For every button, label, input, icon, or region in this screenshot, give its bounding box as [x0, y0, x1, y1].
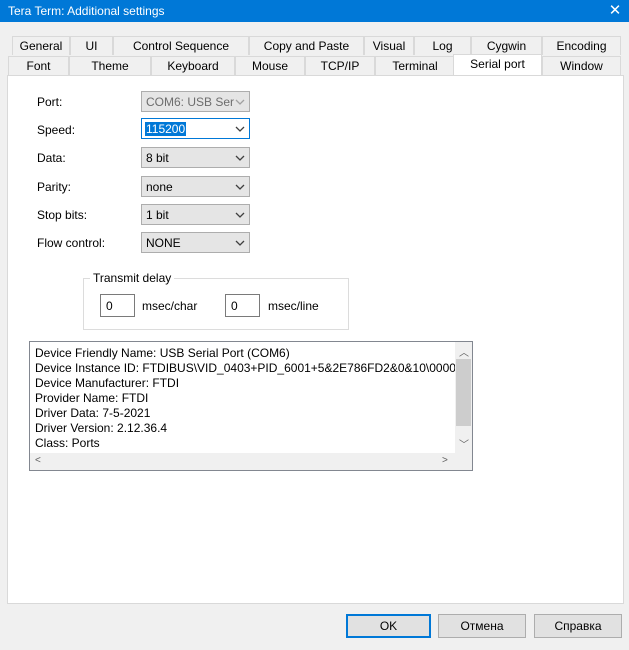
- port-label: Port:: [37, 95, 63, 109]
- port-value: COM6: USB Serial Port: [146, 95, 234, 109]
- chevron-down-icon[interactable]: [233, 206, 247, 223]
- tab-cygwin[interactable]: Cygwin: [471, 36, 542, 55]
- chevron-down-icon: [235, 99, 245, 105]
- device-info-line: Device Instance ID: FTDIBUS\VID_0403+PID…: [35, 361, 456, 375]
- scroll-right-icon[interactable]: >: [442, 455, 448, 466]
- data-combobox[interactable]: 8 bit: [141, 147, 250, 168]
- close-icon[interactable]: ✕: [601, 0, 629, 22]
- scroll-left-icon[interactable]: <: [35, 455, 41, 466]
- device-info-line: Device Manufacturer: FTDI: [35, 376, 180, 390]
- stop-bits-label: Stop bits:: [37, 208, 88, 222]
- chevron-down-icon[interactable]: [233, 120, 247, 137]
- tab-visual[interactable]: Visual: [364, 36, 414, 55]
- stop-bits-value: 1 bit: [146, 208, 169, 222]
- transmit-delay-legend: Transmit delay: [93, 271, 172, 285]
- msec-per-line-label: msec/line: [268, 299, 319, 313]
- msec-per-char-field[interactable]: [101, 295, 134, 316]
- parity-value: none: [146, 180, 173, 194]
- scroll-up-icon[interactable]: ︿: [459, 344, 469, 359]
- flow-control-combobox[interactable]: NONE: [141, 232, 250, 253]
- speed-value[interactable]: 115200: [145, 122, 187, 136]
- speed-combobox[interactable]: 115200: [141, 118, 250, 139]
- flow-control-value: NONE: [146, 236, 181, 250]
- msec-per-char-label: msec/char: [142, 299, 198, 313]
- tab-encoding[interactable]: Encoding: [542, 36, 621, 55]
- tab-font[interactable]: Font: [8, 56, 69, 75]
- device-info-line: Driver Data: 7-5-2021: [35, 406, 151, 420]
- speed-label: Speed:: [37, 123, 76, 137]
- msec-per-char-input[interactable]: [100, 294, 135, 317]
- vertical-scrollbar[interactable]: ︿ ﹀: [455, 342, 472, 453]
- tab-general[interactable]: General: [12, 36, 70, 55]
- vertical-scroll-thumb[interactable]: [456, 359, 471, 426]
- help-button[interactable]: Справка: [534, 614, 622, 638]
- device-info-line: Class: Ports: [35, 436, 100, 450]
- tab-window[interactable]: Window: [542, 56, 621, 75]
- parity-combobox[interactable]: none: [141, 176, 250, 197]
- window-title: Tera Term: Additional settings: [8, 4, 165, 18]
- data-label: Data:: [37, 151, 66, 165]
- device-info-line: Driver Version: 2.12.36.4: [35, 421, 168, 435]
- data-value: 8 bit: [146, 151, 169, 165]
- flow-control-label: Flow control:: [37, 236, 106, 250]
- tab-tcpip[interactable]: TCP/IP: [305, 56, 375, 75]
- stop-bits-combobox[interactable]: 1 bit: [141, 204, 250, 225]
- chevron-down-icon[interactable]: [233, 149, 247, 166]
- chevron-down-icon[interactable]: [233, 178, 247, 195]
- device-info-line: Provider Name: FTDI: [35, 391, 149, 405]
- tab-control-sequence[interactable]: Control Sequence: [113, 36, 249, 55]
- title-bar: Tera Term: Additional settings ✕: [0, 0, 629, 22]
- device-info-line: Device Friendly Name: USB Serial Port (C…: [35, 346, 290, 360]
- chevron-down-icon[interactable]: [233, 234, 247, 251]
- port-combobox: COM6: USB Serial Port: [141, 91, 250, 112]
- cancel-button[interactable]: Отмена: [438, 614, 526, 638]
- tab-terminal[interactable]: Terminal: [375, 56, 455, 75]
- ok-button[interactable]: OK: [346, 614, 431, 638]
- tab-ui[interactable]: UI: [70, 36, 113, 55]
- tab-keyboard[interactable]: Keyboard: [151, 56, 235, 75]
- device-info-textbox[interactable]: Device Friendly Name: USB Serial Port (C…: [29, 341, 473, 471]
- tab-log[interactable]: Log: [414, 36, 471, 55]
- tab-serial-port[interactable]: Serial port: [453, 54, 542, 75]
- tab-theme[interactable]: Theme: [69, 56, 151, 75]
- scrollbar-corner: [455, 453, 472, 470]
- parity-label: Parity:: [37, 180, 72, 194]
- tab-copy-and-paste[interactable]: Copy and Paste: [249, 36, 364, 55]
- msec-per-line-field[interactable]: [226, 295, 259, 316]
- tab-mouse[interactable]: Mouse: [235, 56, 305, 75]
- horizontal-scrollbar[interactable]: < >: [30, 453, 455, 470]
- msec-per-line-input[interactable]: [225, 294, 260, 317]
- serial-port-panel: [7, 75, 624, 604]
- scroll-down-icon[interactable]: ﹀: [459, 436, 469, 451]
